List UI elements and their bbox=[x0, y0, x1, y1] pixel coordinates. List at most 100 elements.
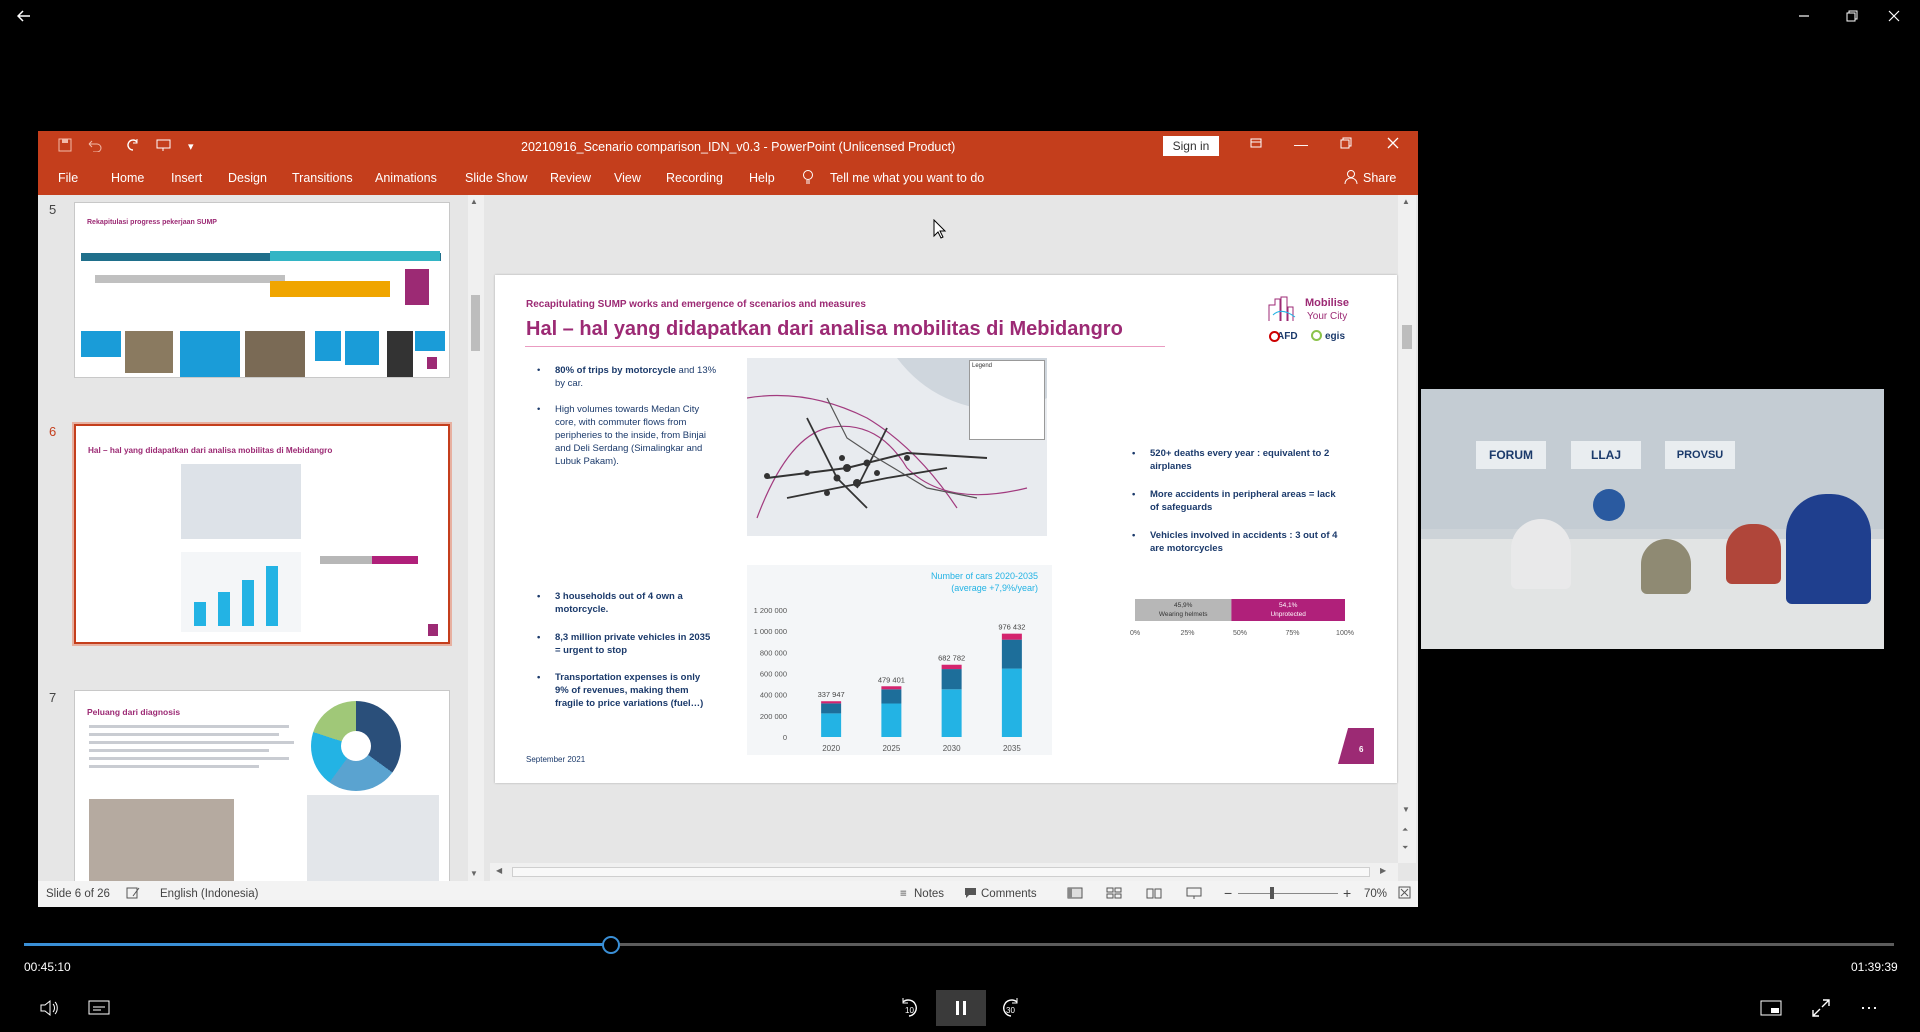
scroll-up-icon[interactable]: ▲ bbox=[470, 197, 478, 206]
zoom-out-icon[interactable]: − bbox=[1224, 885, 1232, 901]
fullscreen-icon[interactable] bbox=[1806, 990, 1836, 1026]
close-icon[interactable] bbox=[1874, 4, 1914, 28]
tab-file[interactable]: File bbox=[58, 171, 78, 185]
sign-in-button[interactable]: Sign in bbox=[1163, 136, 1219, 156]
zoom-slider[interactable] bbox=[1238, 893, 1338, 894]
scroll-left-icon[interactable]: ◀ bbox=[496, 866, 502, 875]
back-arrow-icon[interactable] bbox=[4, 4, 44, 28]
bullet-motorcycles: Vehicles involved in accidents : 3 out o… bbox=[1132, 529, 1350, 555]
minimize-icon[interactable] bbox=[1784, 4, 1824, 28]
volume-icon[interactable] bbox=[34, 990, 64, 1026]
thumb-number-6: 6 bbox=[49, 424, 57, 439]
seek-bar[interactable] bbox=[24, 943, 1894, 946]
slide-sorter-icon[interactable] bbox=[1106, 886, 1122, 903]
slideshow-view-icon[interactable] bbox=[1186, 886, 1202, 903]
cars-value-label: 682 782 bbox=[938, 654, 965, 663]
cars-category-label: 2035 bbox=[1003, 744, 1021, 753]
spell-check-icon[interactable] bbox=[126, 886, 140, 903]
cars-category-label: 2025 bbox=[882, 744, 900, 753]
editor-hscroll[interactable]: ◀ ▶ bbox=[490, 863, 1398, 881]
ribbon-tabs: File Home Insert Design Transitions Anim… bbox=[38, 162, 1418, 195]
t5-box-2 bbox=[180, 331, 240, 377]
map-legend-title: Legend bbox=[972, 363, 993, 369]
tab-review[interactable]: Review bbox=[550, 171, 591, 185]
tell-me-search[interactable]: Tell me what you want to do bbox=[830, 171, 984, 185]
logo-egis: egis bbox=[1325, 331, 1346, 342]
save-icon[interactable] bbox=[58, 138, 72, 156]
helmet-segment-value: 45,9% bbox=[1174, 602, 1193, 609]
mini-view-icon[interactable] bbox=[1756, 990, 1786, 1026]
ppt-minimize-icon[interactable]: — bbox=[1286, 136, 1316, 152]
slide-title: Hal – hal yang didapatkan dari analisa m… bbox=[526, 318, 1123, 340]
restore-icon[interactable] bbox=[1832, 4, 1872, 28]
current-slide[interactable]: Recapitulating SUMP works and emergence … bbox=[495, 275, 1397, 783]
thumbnails-scroll-thumb[interactable] bbox=[471, 295, 480, 351]
bullet-households: 3 households out of 4 own a motorcycle. bbox=[537, 590, 715, 616]
video-sign-provsu: PROVSU bbox=[1665, 441, 1735, 469]
thumbnail-slide-5[interactable]: Rekapitulasi progress pekerjaan SUMP bbox=[74, 202, 450, 378]
tab-help[interactable]: Help bbox=[749, 171, 775, 185]
seek-bar-thumb[interactable] bbox=[602, 936, 620, 954]
t5-title: Rekapitulasi progress pekerjaan SUMP bbox=[87, 219, 217, 226]
cars-bar-dark bbox=[941, 669, 962, 690]
comments-button[interactable]: Comments bbox=[981, 888, 1037, 900]
pause-button[interactable] bbox=[936, 990, 986, 1026]
normal-view-icon[interactable] bbox=[1067, 886, 1083, 903]
scroll-right-icon[interactable]: ▶ bbox=[1380, 866, 1386, 875]
bullet-deaths: 520+ deaths every year : equivalent to 2… bbox=[1132, 447, 1350, 473]
customize-toolbar-icon[interactable]: ▾ bbox=[188, 140, 194, 153]
video-emblem bbox=[1593, 489, 1625, 521]
editor-hscroll-thumb[interactable] bbox=[512, 867, 1370, 877]
more-options-icon[interactable]: ⋯ bbox=[1854, 990, 1884, 1026]
tab-transitions[interactable]: Transitions bbox=[292, 171, 353, 185]
tab-recording[interactable]: Recording bbox=[666, 171, 723, 185]
slide-subtitle: Recapitulating SUMP works and emergence … bbox=[526, 299, 866, 310]
t5-photo-2 bbox=[245, 331, 305, 377]
zoom-level[interactable]: 70% bbox=[1364, 888, 1387, 900]
thumbnails-scrollbar[interactable]: ▲ ▼ bbox=[468, 195, 484, 881]
editor-scroll-thumb[interactable] bbox=[1402, 325, 1412, 349]
cars-category-label: 2030 bbox=[943, 744, 961, 753]
tab-home[interactable]: Home bbox=[111, 171, 144, 185]
video-person-3 bbox=[1726, 524, 1781, 584]
t5-box-3 bbox=[315, 331, 341, 361]
cars-bar-top bbox=[821, 701, 842, 704]
t7-text-line bbox=[89, 725, 289, 728]
ribbon-display-icon[interactable] bbox=[1241, 136, 1271, 152]
start-presentation-icon[interactable] bbox=[156, 138, 172, 156]
zoom-slider-thumb[interactable] bbox=[1270, 887, 1274, 899]
zoom-in-icon[interactable]: + bbox=[1343, 885, 1351, 901]
tab-animations[interactable]: Animations bbox=[375, 171, 437, 185]
ppt-restore-icon[interactable] bbox=[1331, 136, 1361, 152]
editor-scroll-up-icon[interactable]: ▲ bbox=[1402, 197, 1410, 206]
tab-view[interactable]: View bbox=[614, 171, 641, 185]
notes-icon[interactable]: ≡ bbox=[900, 888, 907, 900]
redo-icon[interactable] bbox=[126, 138, 140, 156]
editor-vscroll[interactable]: ▲ ▼ ⏶ ⏷ bbox=[1398, 195, 1416, 863]
reading-view-icon[interactable] bbox=[1146, 886, 1162, 903]
t6-bar-1 bbox=[194, 602, 206, 626]
comments-icon[interactable] bbox=[964, 887, 977, 901]
scroll-down-icon[interactable]: ▼ bbox=[470, 869, 478, 878]
subtitles-icon[interactable] bbox=[84, 990, 114, 1026]
ppt-title-bar: ▾ 20210916_Scenario comparison_IDN_v0.3 … bbox=[38, 131, 1418, 162]
thumbnail-slide-6[interactable]: Hal – hal yang didapatkan dari analisa m… bbox=[72, 422, 452, 646]
t7-map-1 bbox=[89, 799, 234, 881]
language-indicator[interactable]: English (Indonesia) bbox=[160, 888, 258, 900]
tab-design[interactable]: Design bbox=[228, 171, 267, 185]
previous-slide-icon[interactable]: ⏶ bbox=[1402, 825, 1408, 835]
fit-slide-icon[interactable] bbox=[1398, 886, 1411, 902]
bullet-private-vehicles: 8,3 million private vehicles in 2035 = u… bbox=[537, 631, 715, 657]
share-button[interactable]: Share bbox=[1363, 171, 1396, 185]
bullet-trips-bold: 80% of trips by motorcycle bbox=[555, 365, 676, 376]
thumbnail-slide-7[interactable]: Peluang dari diagnosis bbox=[74, 690, 450, 881]
undo-icon[interactable] bbox=[86, 138, 104, 156]
rewind-10-icon[interactable]: 10 bbox=[894, 990, 924, 1026]
tab-insert[interactable]: Insert bbox=[171, 171, 202, 185]
notes-button[interactable]: Notes bbox=[914, 888, 944, 900]
next-slide-icon[interactable]: ⏷ bbox=[1402, 843, 1408, 853]
editor-scroll-down-icon[interactable]: ▼ bbox=[1402, 805, 1410, 814]
forward-30-icon[interactable]: 30 bbox=[996, 990, 1026, 1026]
ppt-close-icon[interactable] bbox=[1378, 136, 1408, 152]
tab-slide-show[interactable]: Slide Show bbox=[465, 171, 528, 185]
